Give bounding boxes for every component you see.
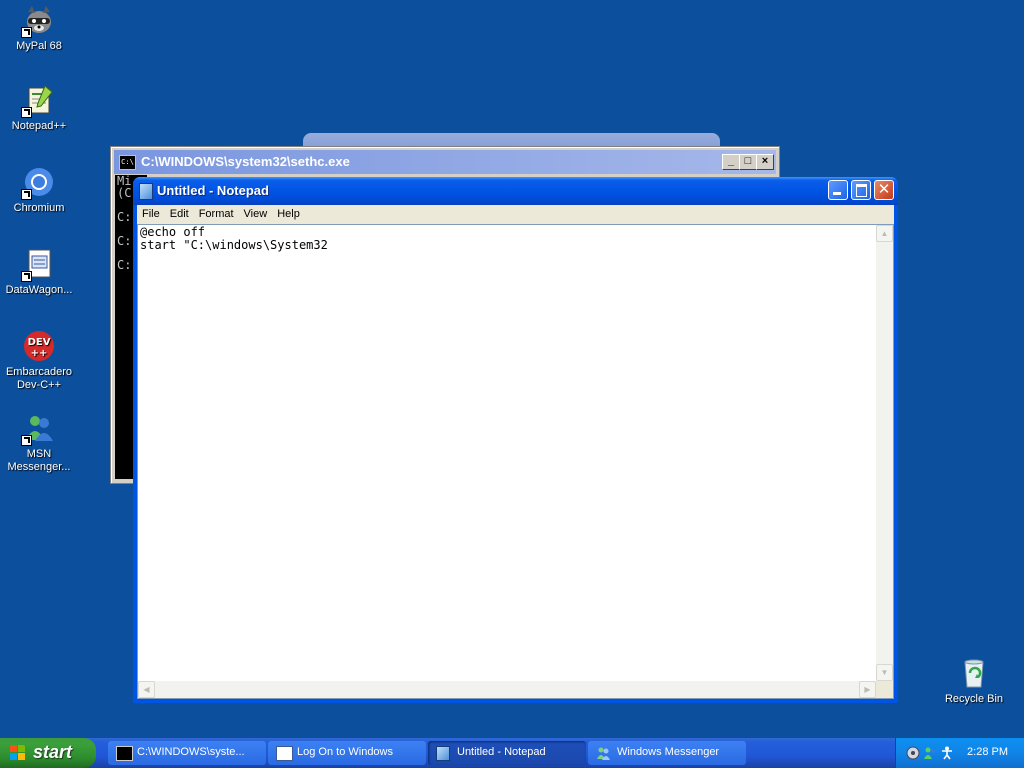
scroll-left-icon[interactable]: ◀ <box>138 681 155 698</box>
speaker-icon[interactable] <box>906 746 920 760</box>
maximize-icon <box>856 184 867 197</box>
shortcut-arrow-icon <box>21 189 32 200</box>
desktop-icon-label: Chromium <box>13 202 65 214</box>
devcpp-icon: DEV ++ <box>23 330 55 362</box>
desktop-icon-notepadpp[interactable]: Notepad++ <box>1 84 77 133</box>
task-label: Windows Messenger <box>617 746 720 758</box>
taskbar-button-notepad[interactable]: Untitled - Notepad <box>428 741 586 765</box>
task-label: Untitled - Notepad <box>457 746 546 758</box>
cmd-window-title: C:\WINDOWS\system32\sethc.exe <box>141 154 350 169</box>
svg-text:++: ++ <box>31 348 48 359</box>
minimize-icon <box>833 192 841 195</box>
maximize-icon: □ <box>744 155 752 167</box>
minimize-button[interactable] <box>828 180 848 200</box>
messenger-icon <box>21 412 55 446</box>
menu-help[interactable]: Help <box>272 205 305 224</box>
menu-edit[interactable]: Edit <box>165 205 194 224</box>
start-label: start <box>33 742 73 762</box>
desktop-icon-label: Recycle Bin <box>944 693 1004 705</box>
raccoon-icon <box>21 4 55 38</box>
notepad-window[interactable]: Untitled - Notepad ✕ File Edit Format View H… <box>133 177 898 703</box>
document-icon <box>21 248 55 282</box>
shortcut-arrow-icon <box>21 435 32 446</box>
messenger-icon <box>596 746 611 760</box>
notepadpp-icon <box>21 84 55 118</box>
windows-logo-icon <box>10 745 27 762</box>
maximize-button[interactable]: □ <box>739 154 757 170</box>
recycle-bin-icon <box>958 657 990 689</box>
vertical-scrollbar[interactable]: ▲ ▼ <box>876 225 893 681</box>
desktop-icon-msn[interactable]: MSN Messenger... <box>1 412 77 474</box>
notepad-icon <box>139 183 153 200</box>
desktop-icon-chromium[interactable]: Chromium <box>1 166 77 215</box>
taskbar-button-messenger[interactable]: Windows Messenger <box>588 741 746 765</box>
chromium-icon <box>21 166 55 200</box>
task-label: Log On to Windows <box>297 746 393 758</box>
scroll-right-icon[interactable]: ▶ <box>859 681 876 698</box>
messenger-tray-icon[interactable] <box>923 746 937 760</box>
system-tray: 2:28 PM <box>895 738 1024 768</box>
desktop: MyPal 68 Notepad++ Chromium DataWagon...… <box>0 0 1024 738</box>
taskbar-button-logon[interactable]: Log On to Windows <box>268 741 426 765</box>
start-button[interactable]: start <box>0 738 96 768</box>
desktop-icon-label: MSN Messenger... <box>7 448 71 473</box>
notepad-window-title: Untitled - Notepad <box>157 183 269 198</box>
shortcut-arrow-icon <box>21 107 32 118</box>
cmd-icon <box>116 746 133 761</box>
task-label: C:\WINDOWS\syste... <box>137 746 245 758</box>
desktop-icon-label: DataWagon... <box>5 284 73 296</box>
accessibility-icon[interactable] <box>940 746 954 760</box>
shortcut-arrow-icon <box>21 271 32 282</box>
desktop-icon-recycle-bin[interactable]: Recycle Bin <box>936 657 1012 706</box>
taskbar-button-cmd[interactable]: C:\WINDOWS\syste... <box>108 741 266 765</box>
desktop-icon-datawagon[interactable]: DataWagon... <box>1 248 77 297</box>
menu-format[interactable]: Format <box>194 205 239 224</box>
svg-text:DEV: DEV <box>28 337 51 348</box>
scroll-down-icon[interactable]: ▼ <box>876 664 893 681</box>
shortcut-arrow-icon <box>21 27 32 38</box>
notepad-editor[interactable]: @echo off start "C:\windows\System32 ▲ ▼… <box>137 224 894 699</box>
close-button[interactable]: ✕ <box>874 180 894 200</box>
close-icon: × <box>761 155 769 167</box>
close-icon: ✕ <box>877 181 891 198</box>
desktop-icon-devcpp[interactable]: DEV ++ Embarcadero Dev-C++ <box>1 330 77 392</box>
maximize-button[interactable] <box>851 180 871 200</box>
menu-view[interactable]: View <box>239 205 273 224</box>
notepad-text-area[interactable]: @echo off start "C:\windows\System32 <box>140 226 875 680</box>
desktop-icon-label: Embarcadero Dev-C++ <box>5 366 73 391</box>
desktop-icon-label: MyPal 68 <box>16 40 62 52</box>
cmd-icon: C:\ <box>119 155 136 170</box>
desktop-icon-mypal[interactable]: MyPal 68 <box>1 4 77 53</box>
minimize-icon: _ <box>727 155 735 167</box>
taskbar: start C:\WINDOWS\syste... Log On to Wind… <box>0 738 1024 768</box>
cmd-titlebar[interactable]: C:\ C:\WINDOWS\system32\sethc.exe _ □ × <box>114 150 776 174</box>
desktop-icon-label: Notepad++ <box>11 120 67 132</box>
clock[interactable]: 2:28 PM <box>967 746 1008 758</box>
notepad-menubar: File Edit Format View Help <box>137 205 894 224</box>
horizontal-scrollbar[interactable]: ◀ ▶ <box>138 681 876 698</box>
notepad-icon <box>436 746 450 761</box>
scroll-up-icon[interactable]: ▲ <box>876 225 893 242</box>
window-icon <box>276 746 293 761</box>
resize-grip[interactable] <box>876 681 893 698</box>
notepad-titlebar[interactable]: Untitled - Notepad ✕ <box>133 177 898 205</box>
menu-file[interactable]: File <box>137 205 165 224</box>
close-button[interactable]: × <box>756 154 774 170</box>
minimize-button[interactable]: _ <box>722 154 740 170</box>
